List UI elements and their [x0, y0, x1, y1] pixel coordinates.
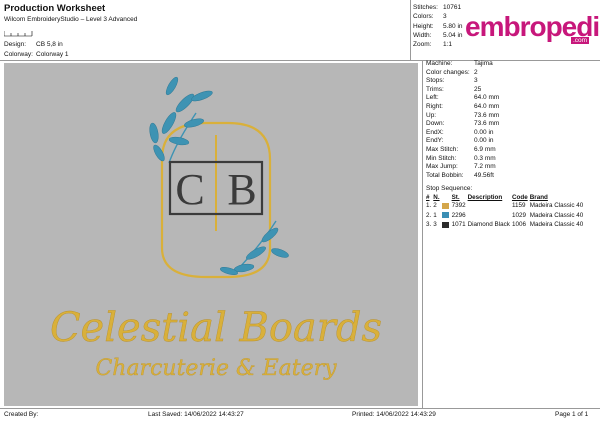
stop-sequence-title: Stop Sequence: — [426, 185, 473, 192]
header-divider — [0, 60, 600, 61]
worksheet-title: Production Worksheet — [4, 3, 106, 14]
color-swatch — [441, 221, 449, 228]
table-header-row: # N. St. Description Code Brand — [426, 194, 585, 201]
info-row: Color changes: 2 — [426, 68, 478, 76]
info-row: Right: 64.0 mm — [426, 102, 500, 110]
col-header-brand: Brand — [529, 194, 548, 201]
color-swatch — [441, 212, 449, 219]
monogram-letter-c: C — [175, 165, 204, 214]
info-row: Left: 64.0 mm — [426, 94, 500, 102]
info-row: EndY: 0.00 in — [426, 137, 494, 145]
leaf-sprig-top-icon — [149, 76, 213, 164]
design-value: CB 5,8 in — [36, 41, 63, 48]
info-row: Max Stitch: 6.9 mm — [426, 145, 496, 153]
script-name: Celestial Boards — [50, 305, 382, 351]
colorway-label: Colorway: — [4, 51, 33, 58]
table-row: 1. 2 7392 1159 Madeira Classic 40 — [426, 202, 584, 210]
design-preview: C B Celestial Boards Charcuterie & Eater… — [4, 63, 418, 406]
info-row: Down: 73.6 mm — [426, 120, 500, 128]
software-name: Wilcom EmbroideryStudio – Level 3 Advanc… — [4, 16, 138, 23]
info-row: Trims: 25 — [426, 85, 482, 93]
header-stats-divider — [410, 0, 411, 60]
col-header-n: N. — [433, 194, 440, 201]
col-header-stitches: St. — [451, 194, 460, 201]
col-header-number: # — [426, 194, 430, 201]
col-header-swatch — [442, 194, 452, 201]
leaf-sprig-bottom-icon — [220, 220, 289, 275]
info-row: Max Jump: 7.2 mm — [426, 163, 496, 171]
scale-ruler — [4, 31, 33, 37]
table-row: 2. 1 2296 1029 Madeira Classic 40 — [426, 211, 584, 219]
info-row: Total Bobbin: 49.56ft — [426, 171, 494, 179]
col-header-description: Description — [467, 194, 503, 201]
page-number: Page 1 of 1 — [555, 411, 589, 418]
info-row: Machine: Tajima — [426, 60, 493, 67]
panel-divider — [422, 60, 423, 408]
stats-row: Height: 5.80 in — [413, 22, 463, 30]
stats-row: Colors: 3 — [413, 13, 447, 21]
stats-row: Stitches: 10761 — [413, 4, 462, 11]
design-label: Design: — [4, 41, 27, 48]
created-by: Created By: — [4, 411, 39, 418]
stats-row: Zoom: 1:1 — [413, 41, 453, 49]
info-row: EndX: 0.00 in — [426, 128, 494, 136]
col-header-code: Code — [511, 194, 528, 201]
color-swatch — [441, 202, 449, 209]
colorway-value: Colorway 1 — [36, 51, 69, 58]
printed-date: Printed: 14/06/2022 14:43:29 — [352, 411, 436, 418]
table-row: 3. 3 1071 Diamond Black 1006 Madeira Cla… — [426, 221, 584, 229]
monogram-letter-b: B — [227, 165, 256, 214]
last-saved: Last Saved: 14/06/2022 14:43:27 — [148, 411, 244, 418]
script-tagline: Charcuterie & Eatery — [95, 356, 337, 381]
stats-row: Width: 5.04 in — [413, 31, 463, 39]
info-row: Up: 73.6 mm — [426, 111, 500, 119]
footer-divider — [0, 408, 600, 409]
colorway-row: Colorway: Colorway 1 — [4, 51, 69, 58]
info-row: Stops: 3 — [426, 77, 478, 85]
info-row: Min Stitch: 0.3 mm — [426, 154, 496, 162]
machine-info: Machine: Tajima Color changes: 2 Stops: 3 T… — [426, 60, 499, 180]
embroidery-design: C B Celestial Boards Charcuterie & Eater… — [50, 76, 382, 381]
brand-logo-suffix: .com — [571, 37, 590, 44]
design-row: Design: CB 5,8 in — [4, 41, 63, 48]
stop-sequence-table: # N. St. Description Code Brand 1. 2 739… — [426, 194, 585, 230]
design-stats: Stitches: 10761 Colors: 3 Height: 5.80 in W… — [413, 3, 463, 49]
